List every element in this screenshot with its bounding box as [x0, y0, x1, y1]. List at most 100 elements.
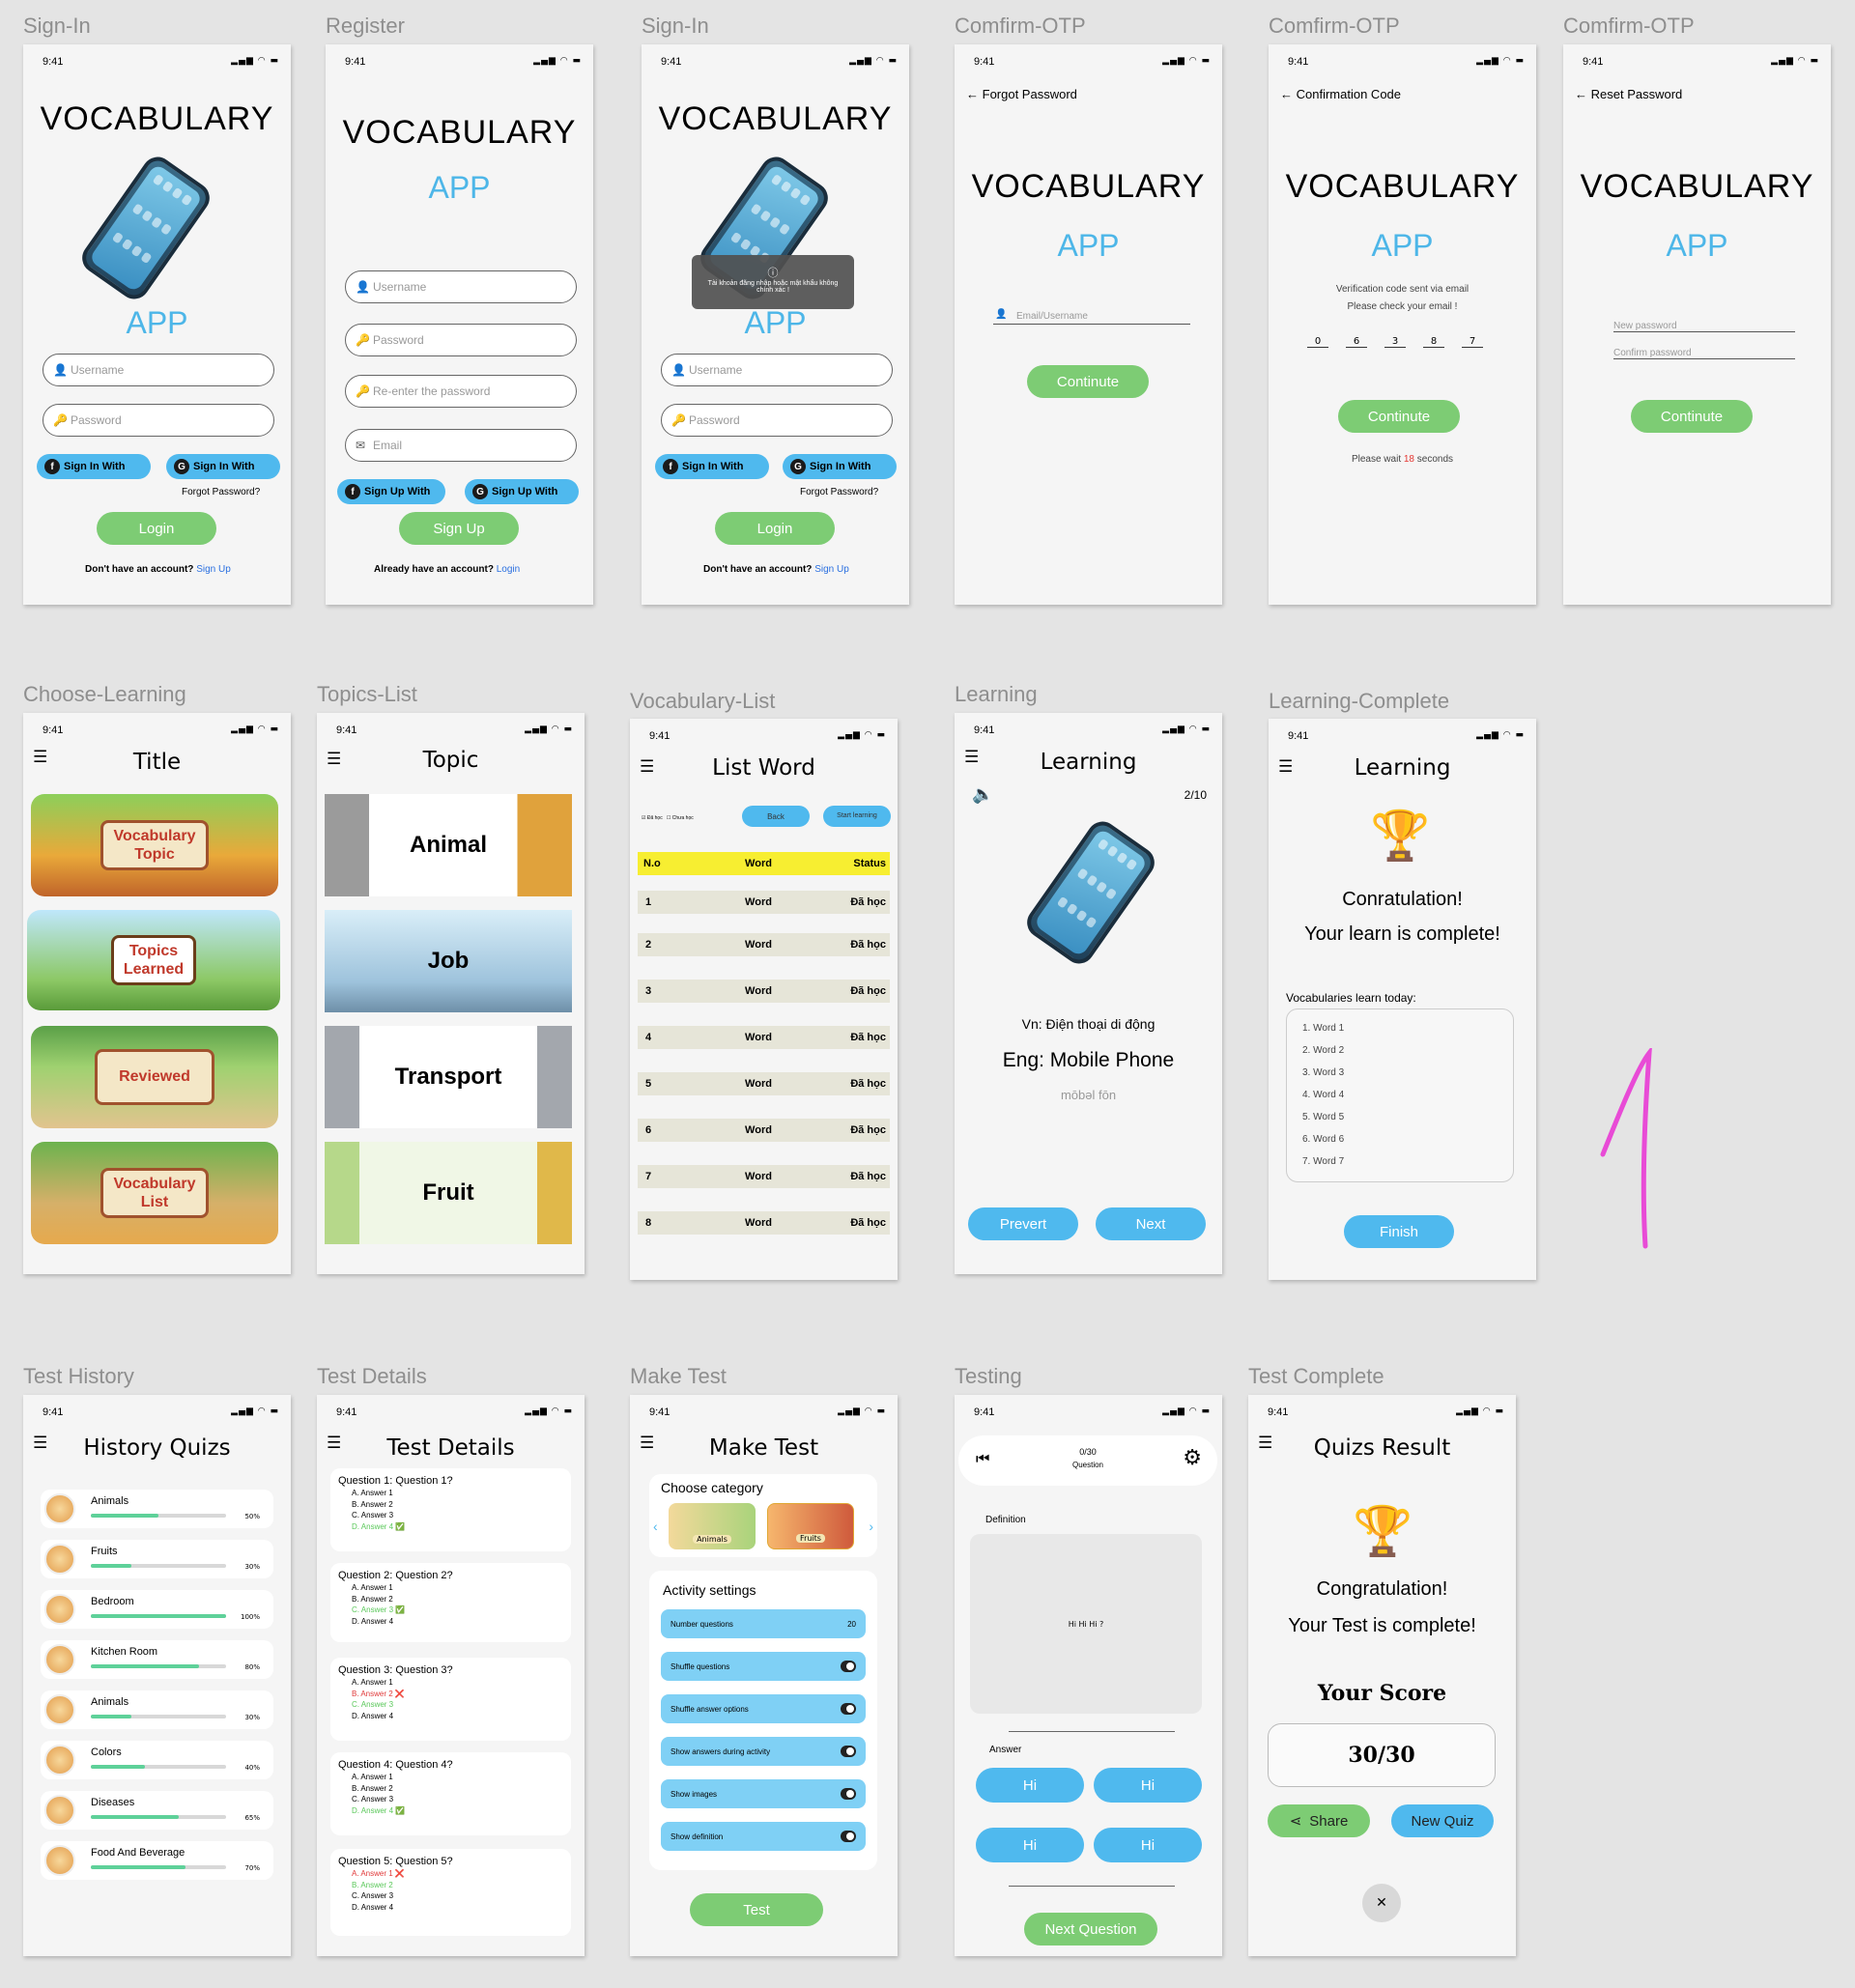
toggle-switch[interactable]: [841, 1831, 856, 1842]
password-input[interactable]: 🔑 Password: [345, 324, 577, 356]
category-animals[interactable]: Animals: [669, 1503, 756, 1549]
vocabulary-topic-card[interactable]: Vocabulary Topic: [31, 794, 278, 896]
toggle-switch[interactable]: [841, 1788, 856, 1800]
username-input[interactable]: 👤 Username: [43, 354, 274, 386]
answer-option-1[interactable]: Hi: [976, 1768, 1084, 1803]
answer-item: B. Answer 2: [352, 1499, 393, 1509]
table-row[interactable]: 5 Word Đã học: [638, 1072, 890, 1095]
topic-fruit-card[interactable]: Fruit: [325, 1142, 572, 1244]
continue-button[interactable]: Continute: [1027, 365, 1149, 398]
close-icon[interactable]: ✕: [1362, 1884, 1401, 1922]
question-card[interactable]: Question 2: Question 2? A. Answer 1 B. Ans…: [330, 1563, 571, 1642]
history-item[interactable]: Fruits 30%: [41, 1540, 273, 1578]
otp-digit-4[interactable]: 8: [1423, 336, 1444, 348]
table-row[interactable]: 7 Word Đã học: [638, 1165, 890, 1188]
email-input[interactable]: ✉ Email: [345, 429, 577, 462]
question-card[interactable]: Question 5: Question 5? A. Answer 1 ❌ B. A…: [330, 1849, 571, 1936]
username-input[interactable]: 👤 Username: [661, 354, 893, 386]
login-button[interactable]: Login: [97, 512, 216, 545]
table-row[interactable]: 2 Word Đã học: [638, 933, 890, 956]
back-nav[interactable]: ← Forgot Password: [966, 87, 1077, 101]
finish-button[interactable]: Finish: [1344, 1215, 1454, 1248]
otp-digit-2[interactable]: 6: [1346, 336, 1367, 348]
reenter-password-input[interactable]: 🔑 Re-enter the password: [345, 375, 577, 408]
signup-link[interactable]: Sign Up: [196, 564, 231, 575]
category-fruits[interactable]: Fruits: [767, 1503, 854, 1549]
topics-learned-card[interactable]: Topics Learned: [27, 910, 280, 1010]
answer-option-4[interactable]: Hi: [1094, 1828, 1202, 1862]
back-nav[interactable]: ← Reset Password: [1575, 87, 1682, 101]
table-row[interactable]: 3 Word Đã học: [638, 980, 890, 1003]
toggle-switch[interactable]: [841, 1661, 856, 1672]
speaker-icon[interactable]: 🔈: [972, 784, 993, 805]
otp-digit-3[interactable]: 3: [1384, 336, 1406, 348]
toggle-switch[interactable]: [841, 1746, 856, 1757]
toggle-shuffle-questions[interactable]: Shuffle questions: [661, 1652, 866, 1681]
facebook-signin-button[interactable]: f Sign In With: [37, 454, 151, 479]
toggle-shuffle-answers[interactable]: Shuffle answer options: [661, 1694, 866, 1723]
share-button[interactable]: ⋖ Share: [1268, 1804, 1370, 1837]
question-card[interactable]: Question 1: Question 1? A. Answer 1 B. Ans…: [330, 1468, 571, 1551]
facebook-signin-button[interactable]: f Sign In With: [655, 454, 769, 479]
topic-animal-card[interactable]: Animal: [325, 794, 572, 896]
history-item[interactable]: Animals 30%: [41, 1690, 273, 1729]
history-item[interactable]: Animals 50%: [41, 1490, 273, 1528]
table-row[interactable]: 8 Word Đã học: [638, 1211, 890, 1235]
history-item[interactable]: Kitchen Room 80%: [41, 1640, 273, 1679]
next-question-button[interactable]: Next Question: [1024, 1913, 1157, 1945]
history-item[interactable]: Bedroom 100%: [41, 1590, 273, 1629]
reviewed-card[interactable]: Reviewed: [31, 1026, 278, 1128]
number-questions-row[interactable]: Number questions 20: [661, 1609, 866, 1638]
vocabulary-list-card[interactable]: Vocabulary List: [31, 1142, 278, 1244]
email-username-input[interactable]: 👤 Email/Username: [993, 309, 1190, 325]
facebook-signup-button[interactable]: f Sign Up With: [337, 479, 445, 504]
question-card[interactable]: Question 3: Question 3? A. Answer 1 B. Ans…: [330, 1658, 571, 1741]
google-signup-button[interactable]: G Sign Up With: [465, 479, 579, 504]
new-quiz-button[interactable]: New Quiz: [1391, 1804, 1494, 1837]
table-row[interactable]: 6 Word Đã học: [638, 1119, 890, 1142]
continue-button[interactable]: Continute: [1338, 400, 1460, 433]
signup-link[interactable]: Sign Up: [814, 564, 849, 575]
left-chevron-icon[interactable]: ‹: [653, 1519, 658, 1534]
signup-button[interactable]: Sign Up: [399, 512, 519, 545]
back-arrow-icon[interactable]: ←: [1575, 87, 1587, 101]
forgot-password-link[interactable]: Forgot Password?: [800, 487, 878, 497]
previous-button[interactable]: Prevert: [968, 1207, 1078, 1240]
table-row[interactable]: 4 Word Đã học: [638, 1026, 890, 1049]
test-button[interactable]: Test: [690, 1893, 823, 1926]
toggle-show-definition[interactable]: Show definition: [661, 1822, 866, 1851]
new-password-input[interactable]: New password: [1613, 321, 1795, 332]
continue-button[interactable]: Continute: [1631, 400, 1753, 433]
username-input[interactable]: 👤 Username: [345, 270, 577, 303]
topic-transport-card[interactable]: Transport: [325, 1026, 572, 1128]
back-nav[interactable]: ← Confirmation Code: [1280, 87, 1401, 101]
answer-option-3[interactable]: Hi: [976, 1828, 1084, 1862]
question-card[interactable]: Question 4: Question 4? A. Answer 1 B. Ans…: [330, 1752, 571, 1835]
start-learning-button[interactable]: Start learning: [823, 806, 891, 827]
password-input[interactable]: 🔑 Password: [43, 404, 274, 437]
history-item[interactable]: Diseases 65%: [41, 1791, 273, 1830]
back-arrow-icon[interactable]: ←: [966, 87, 979, 101]
password-input[interactable]: 🔑 Password: [661, 404, 893, 437]
otp-digit-1[interactable]: 0: [1307, 336, 1328, 348]
history-item[interactable]: Food And Beverage 70%: [41, 1841, 273, 1880]
toggle-show-images[interactable]: Show images: [661, 1779, 866, 1808]
next-button[interactable]: Next: [1096, 1207, 1206, 1240]
confirm-password-input[interactable]: Confirm password: [1613, 348, 1795, 359]
right-chevron-icon[interactable]: ›: [869, 1519, 873, 1534]
login-button[interactable]: Login: [715, 512, 835, 545]
table-row[interactable]: 1 Word Đã học: [638, 891, 890, 914]
forgot-password-link[interactable]: Forgot Password?: [182, 487, 260, 497]
google-signin-button[interactable]: G Sign In With: [166, 454, 280, 479]
google-signin-button[interactable]: G Sign In With: [783, 454, 897, 479]
login-link[interactable]: Login: [497, 564, 520, 575]
toggle-show-answers[interactable]: Show answers during activity: [661, 1737, 866, 1766]
answer-option-2[interactable]: Hi: [1094, 1768, 1202, 1803]
history-item[interactable]: Colors 40%: [41, 1741, 273, 1779]
toggle-switch[interactable]: [841, 1703, 856, 1715]
topic-job-card[interactable]: Job: [325, 910, 572, 1012]
back-button[interactable]: Back: [742, 806, 810, 827]
back-arrow-icon[interactable]: ←: [1280, 87, 1293, 101]
otp-digit-5[interactable]: 7: [1462, 336, 1483, 348]
settings-gear-icon[interactable]: ⚙: [1183, 1445, 1202, 1470]
